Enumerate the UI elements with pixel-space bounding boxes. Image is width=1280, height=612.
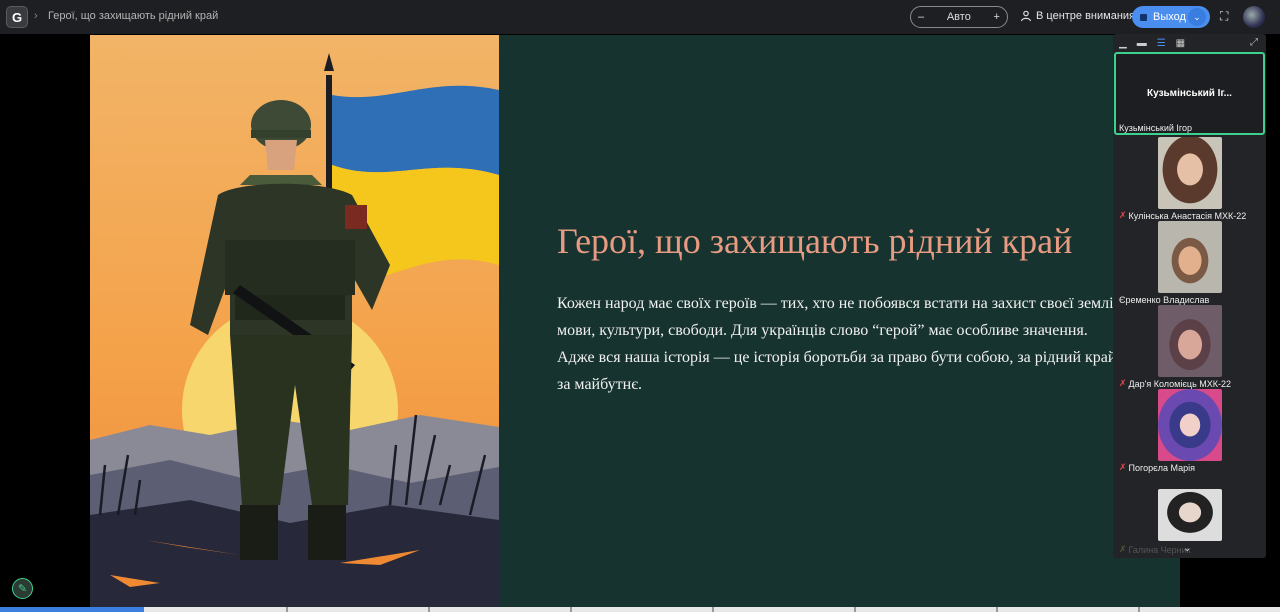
spotlight-button[interactable]: В центре внимания xyxy=(1020,10,1135,22)
slide-divider xyxy=(428,607,430,612)
current-slide-indicator xyxy=(0,607,144,612)
spotlight-person-icon xyxy=(1020,10,1032,22)
grid-view-icon[interactable]: ▦ xyxy=(1176,38,1185,49)
exit-button[interactable]: Выход ⌄ xyxy=(1132,6,1210,28)
active-speaker-tile[interactable]: Кузьмінський Іг... Кузьмінський Ігор xyxy=(1114,52,1265,135)
zoom-value[interactable]: Авто xyxy=(947,11,971,23)
strip-view-icon[interactable]: ▬ xyxy=(1137,38,1147,49)
fullscreen-icon[interactable]: ⛶ xyxy=(1220,9,1228,24)
participant-video xyxy=(1158,221,1222,293)
slide-thumbnail-strip[interactable] xyxy=(0,607,1280,612)
participant-video xyxy=(1158,137,1222,209)
participant-name: Погорєла Марія xyxy=(1128,462,1195,473)
slide-body-text: Кожен народ має своїх героїв — тих, хто … xyxy=(557,295,1121,393)
user-avatar[interactable] xyxy=(1243,6,1265,28)
mic-muted-icon: ✗ xyxy=(1119,462,1127,472)
list-view-icon[interactable]: ☰ xyxy=(1157,38,1166,49)
participant-name: Кулінська Анастасія МХК-22 xyxy=(1128,210,1247,221)
zoom-out-button[interactable]: – xyxy=(918,11,924,23)
slide-divider xyxy=(712,607,714,612)
participant-caption: ✗ Погорєла Марія xyxy=(1119,462,1195,473)
stop-icon xyxy=(1140,13,1147,21)
breadcrumb-chevron-icon: › xyxy=(34,10,38,22)
participant-caption: ✗ Кулінська Анастасія МХК-22 xyxy=(1119,210,1246,221)
participant-video xyxy=(1158,489,1222,541)
soldier-with-flag-illustration xyxy=(90,35,499,612)
exit-dropdown-chevron-icon[interactable]: ⌄ xyxy=(1188,8,1206,26)
zoom-control: – Авто + xyxy=(910,6,1008,28)
spotlight-label: В центре внимания xyxy=(1036,10,1136,22)
mic-muted-icon: ✗ xyxy=(1119,210,1127,220)
participant-tile[interactable]: ✗ Дар'я Коломієць МХК-22 xyxy=(1114,305,1265,389)
zoom-in-button[interactable]: + xyxy=(994,11,1000,23)
active-speaker-caption: Кузьмінський Ігор xyxy=(1119,123,1192,133)
mic-muted-icon: ✗ xyxy=(1119,378,1127,388)
participant-tile[interactable]: ✗ Кулінська Анастасія МХК-22 xyxy=(1114,137,1265,221)
participant-caption: Єременко Владислав xyxy=(1119,295,1209,305)
participant-caption: ✗ Галина Черник xyxy=(1119,544,1191,555)
participants-panel: ▁ ▬ ☰ ▦ ⤢ Кузьмінський Іг... Кузьмінськи… xyxy=(1113,34,1266,558)
slide-divider xyxy=(996,607,998,612)
app-logo[interactable]: G xyxy=(6,6,28,28)
slide-divider xyxy=(570,607,572,612)
mic-muted-icon: ✗ xyxy=(1119,544,1127,554)
participant-name: Галина Черник xyxy=(1128,544,1191,555)
active-speaker-name: Кузьмінський Іг... xyxy=(1147,88,1232,99)
document-title: Герої, що захищають рідний край xyxy=(48,10,219,22)
participant-caption: ✗ Дар'я Коломієць МХК-22 xyxy=(1119,378,1231,389)
slide-divider xyxy=(1138,607,1140,612)
top-bar: G › Герої, що захищають рідний край – Ав… xyxy=(0,0,1280,34)
participant-tile[interactable]: Єременко Владислав xyxy=(1114,221,1265,305)
participant-name: Єременко Владислав xyxy=(1119,295,1210,305)
participant-video xyxy=(1158,305,1222,377)
scroll-down-chevron-icon[interactable]: ⌄ xyxy=(1183,543,1191,554)
presentation-slide: Герої, що захищають рідний край Кожен на… xyxy=(90,35,1180,612)
minimize-panel-icon[interactable]: ▁ xyxy=(1119,38,1127,49)
annotate-pen-icon[interactable]: ✎ xyxy=(12,578,33,599)
participant-name: Дар'я Коломієць МХК-22 xyxy=(1128,378,1232,389)
slide-divider xyxy=(286,607,288,612)
slide-divider xyxy=(854,607,856,612)
participant-tile[interactable]: ✗ Погорєла Марія xyxy=(1114,389,1265,473)
participant-video xyxy=(1158,389,1222,461)
expand-panel-icon[interactable]: ⤢ xyxy=(1250,37,1258,48)
panel-view-toolbar: ▁ ▬ ☰ ▦ ⤢ xyxy=(1113,34,1266,52)
slide-title: Герої, що захищають рідний край xyxy=(557,221,1073,261)
exit-label: Выход xyxy=(1153,11,1186,23)
